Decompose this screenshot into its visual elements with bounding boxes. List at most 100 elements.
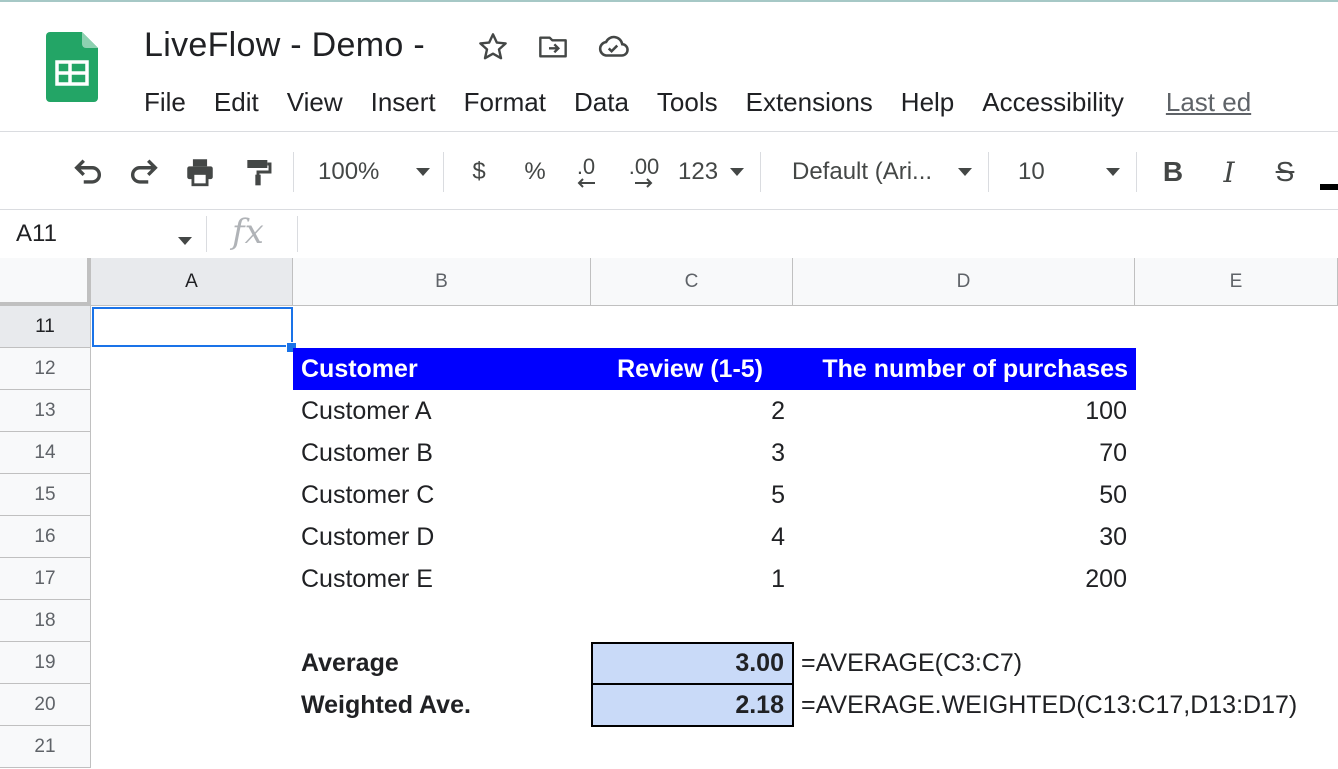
header-cell-purchases[interactable]: The number of purchases [793,348,1136,390]
cell-review[interactable]: 2 [591,390,793,432]
increase-decimal-label: .00 [628,154,660,179]
row-header-21[interactable]: 21 [0,726,91,768]
toolbar-divider [443,152,444,192]
cell-customer[interactable]: Customer D [293,516,591,558]
window-top-border [0,0,1338,2]
redo-icon[interactable] [124,152,164,192]
weighted-label-cell[interactable]: Weighted Ave. [293,684,591,726]
row-header-13[interactable]: 13 [0,390,91,432]
percent-format-button[interactable]: % [518,152,552,192]
toolbar-divider [293,152,294,192]
column-header-e[interactable]: E [1135,258,1338,306]
cell-review[interactable]: 3 [591,432,793,474]
currency-format-button[interactable]: $ [462,152,496,192]
toolbar: 100% $ % .0 .00 123 Default (Ari... 10 B… [0,138,1338,208]
row-header-19[interactable]: 19 [0,642,91,684]
average-formula-cell[interactable]: =AVERAGE(C3:C7) [793,642,1338,684]
row-header-16[interactable]: 16 [0,516,91,558]
menu-extensions[interactable]: Extensions [732,87,887,118]
select-all-corner[interactable] [0,258,91,306]
cell-customer[interactable]: Customer C [293,474,591,516]
menu-data[interactable]: Data [560,87,643,118]
zoom-value: 100% [318,158,380,185]
menu-view[interactable]: View [273,87,357,118]
chevron-down-icon [958,168,972,176]
print-icon[interactable] [180,152,220,192]
cell-purchases[interactable]: 50 [793,474,1135,516]
header-cell-review[interactable]: Review (1-5) [591,348,793,390]
percent-label: % [524,158,546,185]
chevron-down-icon [416,168,430,176]
column-header-a[interactable]: A [91,258,293,306]
font-size-select[interactable]: 10 [1018,152,1120,192]
menu-help[interactable]: Help [887,87,968,118]
weighted-value-cell[interactable]: 2.18 [591,683,794,727]
cell-customer[interactable]: Customer E [293,558,591,600]
spreadsheet-grid: A B C D E 11 12 13 14 15 16 17 18 19 20 … [0,258,1338,769]
average-value-cell[interactable]: 3.00 [591,642,794,685]
row-header-11[interactable]: 11 [0,306,91,348]
chevron-down-icon [1106,168,1120,176]
cell-review[interactable]: 4 [591,516,793,558]
row-header-15[interactable]: 15 [0,474,91,516]
fx-icon: fx [232,212,264,252]
undo-icon[interactable] [68,152,108,192]
formula-divider [206,216,207,252]
menu-edit[interactable]: Edit [200,87,273,118]
font-family-select[interactable]: Default (Ari... [792,152,972,192]
column-header-c[interactable]: C [591,258,793,306]
font-family-value: Default (Ari... [792,158,933,185]
row-header-20[interactable]: 20 [0,684,91,726]
zoom-select[interactable]: 100% [318,152,430,192]
last-edit-link[interactable]: Last ed [1138,87,1265,118]
name-box[interactable]: A11 [16,220,57,248]
menu-insert[interactable]: Insert [357,87,450,118]
paint-format-icon[interactable] [238,152,278,192]
cloud-saved-icon[interactable] [596,30,630,64]
italic-label: I [1223,155,1235,189]
increase-decimal-button[interactable]: .00 [622,152,666,192]
star-icon[interactable] [476,30,510,64]
move-to-folder-icon[interactable] [536,30,570,64]
menu-tools[interactable]: Tools [643,87,732,118]
row-header-18[interactable]: 18 [0,600,91,642]
font-size-value: 10 [1018,158,1045,185]
menu-format[interactable]: Format [450,87,560,118]
bold-button[interactable]: B [1156,152,1190,192]
row-header-14[interactable]: 14 [0,432,91,474]
average-label-cell[interactable]: Average [293,642,591,684]
row-header-17[interactable]: 17 [0,558,91,600]
toolbar-divider [1136,152,1137,192]
column-header-b[interactable]: B [293,258,591,306]
name-box-dropdown[interactable] [178,232,192,250]
more-formats-select[interactable]: 123 [678,152,744,192]
italic-button[interactable]: I [1212,152,1246,192]
formula-divider [297,216,298,252]
chevron-down-icon [730,168,744,176]
header-cell-customer[interactable]: Customer [293,348,591,390]
cell-purchases[interactable]: 200 [793,558,1135,600]
cell-purchases[interactable]: 100 [793,390,1135,432]
row-header-12[interactable]: 12 [0,348,91,390]
sheets-logo-icon[interactable] [46,32,98,102]
cell-review[interactable]: 1 [591,558,793,600]
arrow-right-icon [635,178,653,188]
weighted-formula-cell[interactable]: =AVERAGE.WEIGHTED(C13:C17,D13:D17) [793,684,1338,726]
currency-label: $ [472,158,486,185]
cell-customer[interactable]: Customer A [293,390,591,432]
cell-review[interactable]: 5 [591,474,793,516]
menu-accessibility[interactable]: Accessibility [968,87,1138,118]
selected-cell-a11[interactable] [92,307,293,347]
formula-input[interactable] [310,220,1310,248]
decrease-decimal-button[interactable]: .0 [566,152,606,192]
cell-purchases[interactable]: 70 [793,432,1135,474]
text-color-button[interactable] [1320,184,1338,190]
document-title[interactable]: LiveFlow - Demo - [144,26,425,65]
chevron-down-icon [178,237,192,245]
cell-purchases[interactable]: 30 [793,516,1135,558]
cell-customer[interactable]: Customer B [293,432,591,474]
strikethrough-button[interactable]: S [1268,152,1302,192]
menu-file[interactable]: File [130,87,200,118]
toolbar-divider-line [0,209,1338,210]
column-header-d[interactable]: D [793,258,1135,306]
